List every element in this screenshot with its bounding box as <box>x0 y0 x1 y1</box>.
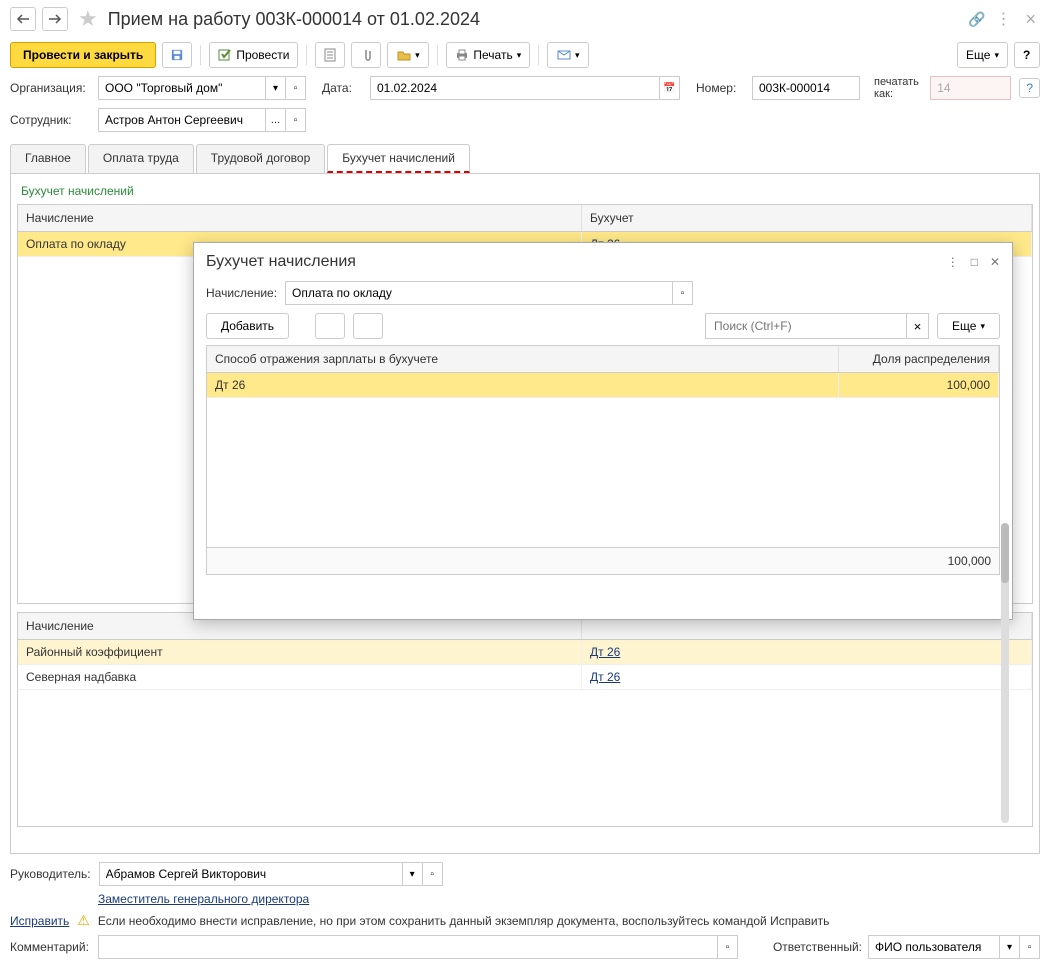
link-icon[interactable]: 🔗 <box>968 11 985 28</box>
dialog-col-share: Доля распределения <box>839 346 999 372</box>
dropdown-icon[interactable]: ▾ <box>402 863 422 885</box>
open-icon[interactable]: ▫ <box>1019 936 1039 958</box>
org-label: Организация: <box>10 81 90 95</box>
post-label: Провести <box>236 48 289 62</box>
section-title: Бухучет начислений <box>17 180 1033 204</box>
more-label: Еще <box>966 48 990 62</box>
scrollbar[interactable] <box>1001 523 1009 823</box>
save-button[interactable] <box>162 42 192 68</box>
menu-dots-icon[interactable]: ⋮ <box>947 255 959 269</box>
table-row[interactable]: Дт 26 100,000 <box>207 373 999 398</box>
cell-account-link[interactable]: Дт 26 <box>590 670 620 684</box>
clear-search-icon[interactable]: × <box>906 314 928 338</box>
nav-forward-button[interactable] <box>42 7 68 31</box>
dialog-accrual-label: Начисление: <box>206 286 277 300</box>
separator <box>200 45 201 65</box>
fix-link[interactable]: Исправить <box>10 914 69 928</box>
footer-spacer <box>207 548 839 574</box>
separator <box>437 45 438 65</box>
nav-back-button[interactable] <box>10 7 36 31</box>
printas-label: печатать как: <box>874 76 922 100</box>
dialog-title: Бухучет начисления <box>206 253 947 271</box>
open-icon[interactable]: ▫ <box>672 282 692 304</box>
close-icon[interactable]: × <box>1021 9 1040 30</box>
fix-text: Если необходимо внести исправление, но п… <box>98 914 830 928</box>
dropdown-icon[interactable]: ▾ <box>265 77 285 99</box>
open-icon[interactable]: ▫ <box>422 863 442 885</box>
cell-accrual: Районный коэффициент <box>18 640 582 664</box>
attach-button[interactable] <box>351 42 381 68</box>
date-label: Дата: <box>322 81 362 95</box>
select-icon[interactable]: … <box>265 109 285 131</box>
move-up-button[interactable] <box>315 313 345 339</box>
org-input[interactable] <box>99 77 265 99</box>
calendar-icon[interactable]: 📅 <box>659 77 679 99</box>
emp-input[interactable] <box>99 109 265 131</box>
tab-accounting[interactable]: Бухучет начислений <box>327 144 470 173</box>
folder-button[interactable]: ▾ <box>387 42 429 68</box>
position-link[interactable]: Заместитель генерального директора <box>98 892 309 906</box>
comment-input[interactable] <box>99 936 717 958</box>
warning-icon: ⚠ <box>77 912 90 929</box>
separator <box>306 45 307 65</box>
dialog-accrual-input[interactable] <box>286 282 672 304</box>
dialog-more-button[interactable]: Еще ▾ <box>937 313 1000 339</box>
manager-label: Руководитель: <box>10 867 91 881</box>
add-button[interactable]: Добавить <box>206 313 289 339</box>
open-icon[interactable]: ▫ <box>717 936 737 958</box>
tab-main[interactable]: Главное <box>10 144 86 173</box>
close-icon[interactable]: ✕ <box>990 255 1000 269</box>
post-button[interactable]: Провести <box>209 42 298 68</box>
star-icon[interactable]: ★ <box>78 6 98 32</box>
move-down-button[interactable] <box>353 313 383 339</box>
menu-dots-icon[interactable]: ⋮ <box>995 9 1011 29</box>
manager-input[interactable] <box>100 863 402 885</box>
footer-total: 100,000 <box>839 548 999 574</box>
help-button[interactable]: ? <box>1014 42 1040 68</box>
tab-payment[interactable]: Оплата труда <box>88 144 194 173</box>
print-label: Печать <box>473 48 512 62</box>
table-row[interactable]: Районный коэффициент Дт 26 <box>18 640 1032 665</box>
open-icon[interactable]: ▫ <box>285 77 305 99</box>
dropdown-icon[interactable]: ▾ <box>999 936 1019 958</box>
post-and-close-button[interactable]: Провести и закрыть <box>10 42 156 68</box>
col-accrual: Начисление <box>18 205 582 231</box>
dialog-col-method: Способ отражения зарплаты в бухучете <box>207 346 839 372</box>
num-label: Номер: <box>696 81 744 95</box>
cell-share: 100,000 <box>839 373 999 397</box>
printas-value: 14 <box>930 76 1011 100</box>
more-label: Еще <box>952 319 976 333</box>
printas-help[interactable]: ? <box>1019 78 1040 98</box>
resp-input[interactable] <box>869 936 999 958</box>
maximize-icon[interactable]: □ <box>971 255 978 269</box>
resp-label: Ответственный: <box>773 940 862 954</box>
mail-button[interactable]: ▾ <box>547 42 589 68</box>
search-input[interactable] <box>706 314 906 338</box>
open-icon[interactable]: ▫ <box>285 109 305 131</box>
document-button[interactable] <box>315 42 345 68</box>
cell-accrual: Северная надбавка <box>18 665 582 689</box>
col-account: Бухучет <box>582 205 1032 231</box>
print-button[interactable]: Печать ▾ <box>446 42 530 68</box>
window-title: Прием на работу 003К-000014 от 01.02.202… <box>108 9 962 30</box>
date-input[interactable] <box>371 77 659 99</box>
accounting-dialog: Бухучет начисления ⋮ □ ✕ Начисление: ▫ Д… <box>193 242 1013 620</box>
separator <box>538 45 539 65</box>
more-button[interactable]: Еще ▾ <box>957 42 1008 68</box>
cell-method: Дт 26 <box>207 373 839 397</box>
comment-label: Комментарий: <box>10 940 90 954</box>
num-input[interactable] <box>753 77 859 99</box>
tab-contract[interactable]: Трудовой договор <box>196 144 325 173</box>
emp-label: Сотрудник: <box>10 113 90 127</box>
cell-account-link[interactable]: Дт 26 <box>590 645 620 659</box>
table-row[interactable]: Северная надбавка Дт 26 <box>18 665 1032 690</box>
